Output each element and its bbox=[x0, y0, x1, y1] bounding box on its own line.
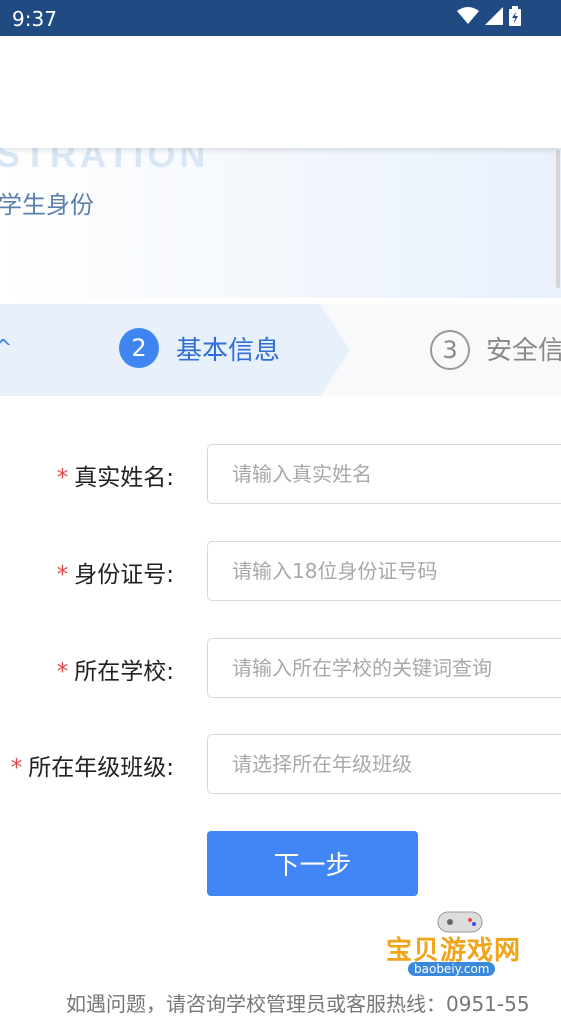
banner-title: STRATION bbox=[0, 148, 210, 175]
wifi-icon bbox=[457, 7, 479, 24]
header-banner: STRATION 学生身份 bbox=[0, 148, 561, 298]
grade-label: * 所在年级班级: bbox=[11, 748, 174, 782]
status-bar: 9:37 bbox=[0, 0, 561, 36]
step-3-number: 3 bbox=[430, 330, 470, 370]
required-mark: * bbox=[56, 562, 69, 588]
battery-icon bbox=[509, 6, 521, 26]
signal-icon bbox=[485, 7, 503, 25]
id-number-input[interactable] bbox=[207, 541, 561, 601]
status-icons bbox=[457, 6, 521, 26]
name-label: * 真实姓名: bbox=[57, 458, 174, 492]
banner-subtitle: 学生身份 bbox=[0, 191, 94, 219]
prev-step-icon: ^ bbox=[0, 336, 13, 361]
watermark-logo: 宝贝游戏网 baobeiy.com bbox=[386, 906, 531, 996]
form-row-school: * 所在学校: bbox=[0, 638, 561, 700]
step-2-label: 基本信息 bbox=[176, 336, 281, 366]
real-name-input[interactable] bbox=[207, 444, 561, 504]
required-mark: * bbox=[56, 659, 69, 685]
school-label: * 所在学校: bbox=[57, 652, 174, 686]
id-label-text: 身份证号: bbox=[74, 562, 174, 588]
grade-label-text: 所在年级班级: bbox=[28, 755, 174, 781]
footer-help-text: 如遇问题，请咨询学校管理员或客服热线：0951-55 bbox=[66, 992, 530, 1016]
school-input[interactable] bbox=[207, 638, 561, 698]
name-label-text: 真实姓名: bbox=[74, 465, 174, 491]
grade-class-select[interactable] bbox=[207, 734, 561, 794]
id-label: * 身份证号: bbox=[57, 555, 174, 589]
step-indicator: ^ bbox=[0, 304, 561, 396]
step-3-label: 安全信 bbox=[486, 336, 561, 366]
school-label-text: 所在学校: bbox=[74, 659, 174, 685]
watermark-url: baobeiy.com bbox=[408, 962, 496, 976]
form-row-grade: * 所在年级班级: bbox=[0, 734, 561, 796]
form-row-name: * 真实姓名: bbox=[0, 444, 561, 506]
required-mark: * bbox=[10, 755, 23, 781]
required-mark: * bbox=[56, 465, 69, 491]
status-time: 9:37 bbox=[12, 7, 57, 31]
scrollbar[interactable] bbox=[556, 150, 560, 288]
next-step-button[interactable]: 下一步 bbox=[207, 831, 418, 896]
top-app-bar bbox=[0, 36, 561, 148]
step-2-number: 2 bbox=[119, 328, 159, 368]
form-row-id: * 身份证号: bbox=[0, 541, 561, 603]
